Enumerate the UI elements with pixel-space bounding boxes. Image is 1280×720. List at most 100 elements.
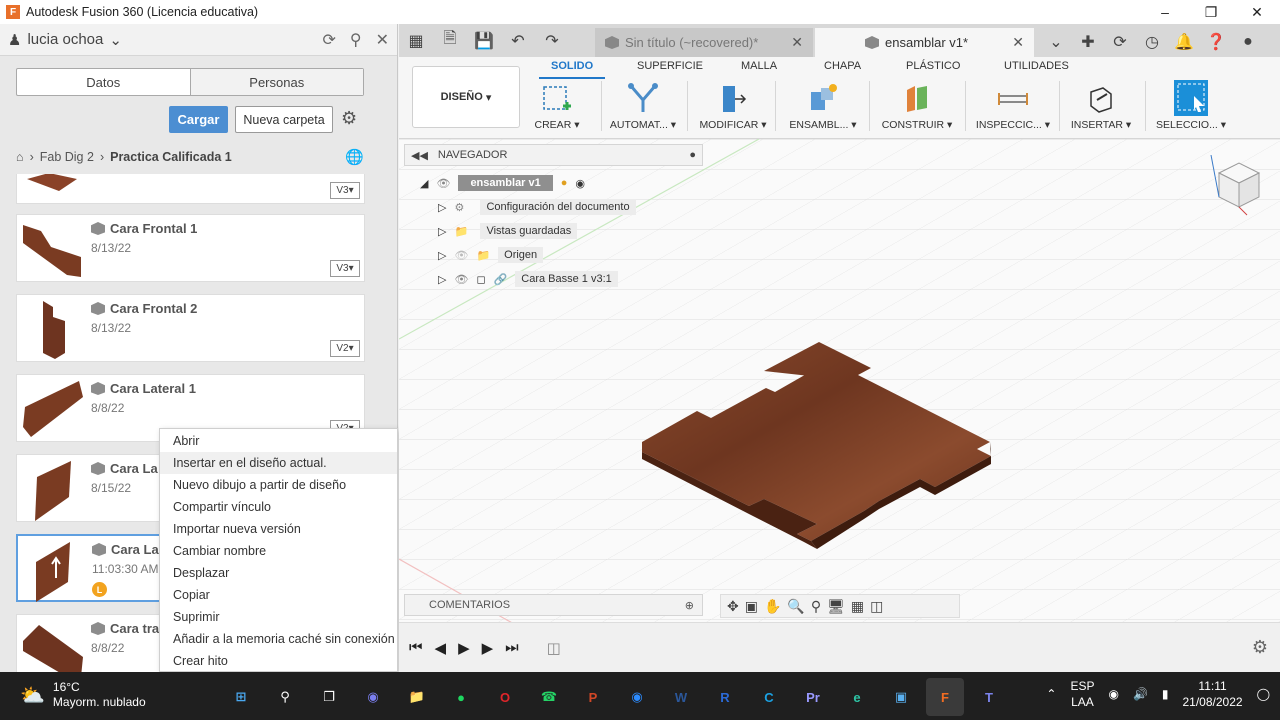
browser-item-origin[interactable]: ▷ 👁 📁 Origen [438,244,544,266]
refresh-icon[interactable]: ⟳ [322,30,335,50]
file-menu-icon[interactable]: 🗎 [437,27,463,54]
zoom-icon[interactable]: 🔍 [787,598,804,615]
workspace-selector[interactable]: DISEÑO ▾ [412,66,520,128]
minimize-browser-icon[interactable]: ● [689,149,696,161]
viewports-icon[interactable]: ◫ [870,598,883,615]
grid-settings-icon[interactable]: ▦ [851,598,864,615]
view-cube[interactable] [1207,155,1267,225]
step-forward-icon[interactable]: ▶ [482,639,494,657]
go-start-icon[interactable]: ⏮ [409,639,423,657]
collapse-triangle-icon[interactable]: ◢ [420,177,428,190]
tool-automatizar[interactable]: AUTOMAT... ▾ [601,81,685,133]
menu-item-suprimir[interactable]: Suprimir [160,606,397,628]
browser-header[interactable]: ◀◀ NAVEGADOR ● [404,144,703,166]
browser-item-component[interactable]: ▷ 👁 ◻ 🔗 Cara Basse 1 v3:1 [438,268,618,290]
menu-item-abrir[interactable]: Abrir [160,430,397,452]
tool-insertar[interactable]: INSERTAR ▾ [1059,81,1143,133]
revit-icon[interactable]: R [706,678,744,716]
pan-hand-icon[interactable]: ✋ [764,598,781,615]
expand-triangle-icon[interactable]: ▷ [438,249,446,262]
upload-button[interactable]: Cargar [169,106,228,133]
app-grid-icon[interactable]: ▦ [403,31,429,51]
close-tab-icon[interactable]: ✕ [1012,34,1024,51]
tool-modificar[interactable]: MODIFICAR ▾ [691,81,775,133]
file-explorer-icon[interactable]: 📁 [398,678,436,716]
collapse-icon[interactable]: ◀◀ [411,149,428,162]
menu-item-copiar[interactable]: Copiar [160,584,397,606]
tab-sin-titulo[interactable]: Sin título (~recovered)* ✕ [595,28,813,57]
word-icon[interactable]: W [662,678,700,716]
tool-crear[interactable]: CREAR ▾ [515,81,599,133]
tab-ensamblar[interactable]: ensamblar v1* ✕ [815,28,1034,57]
viewport-canvas[interactable] [399,139,1280,672]
home-icon[interactable]: ⌂ [16,150,24,164]
breadcrumb-project[interactable]: Fab Dig 2 [40,150,94,164]
tool-ensamblar[interactable]: ENSAMBL... ▾ [781,81,865,133]
search-icon[interactable]: ⚲ [266,678,304,716]
teams-icon[interactable]: T [970,678,1008,716]
new-tab-icon[interactable]: ✚ [1072,32,1104,52]
expand-triangle-icon[interactable]: ▷ [438,273,446,286]
battery-icon[interactable]: ▮ [1162,687,1169,701]
notifications-icon[interactable]: 🔔 [1168,32,1200,52]
menu-item-compartir[interactable]: Compartir vínculo [160,496,397,518]
edge-icon[interactable]: e [838,678,876,716]
photos-icon[interactable]: ▣ [882,678,920,716]
globe-icon[interactable]: 🌐 [345,148,364,166]
add-comment-icon[interactable]: ⊕ [685,599,694,612]
version-badge[interactable]: V2▾ [330,340,360,357]
menu-item-crear-hito[interactable]: Crear hito [160,650,397,672]
step-back-icon[interactable]: ◀ [435,639,447,657]
tool-inspeccionar[interactable]: INSPECCIC... ▾ [971,81,1055,133]
save-icon[interactable]: 💾 [471,31,497,51]
cortana-icon[interactable]: C [750,678,788,716]
timeline-settings-gear-icon[interactable]: ⚙ [1252,637,1268,658]
tool-seleccionar[interactable]: SELECCIO... ▾ [1149,80,1233,133]
tab-personas[interactable]: Personas [189,69,363,95]
tab-utilidades[interactable]: UTILIDADES [1004,60,1069,72]
tab-list-icon[interactable]: ⌄ [1040,32,1072,52]
menu-item-cache[interactable]: Añadir a la memoria caché sin conexión [160,628,397,650]
tab-superficie[interactable]: SUPERFICIE [637,60,703,72]
menu-item-insertar[interactable]: Insertar en el diseño actual. [160,452,397,474]
extensions-icon[interactable]: ⟳ [1104,32,1136,52]
whatsapp-icon[interactable]: ☎ [530,678,568,716]
volume-icon[interactable]: 🔊 [1133,687,1148,701]
orbit-icon[interactable]: ✥ [727,598,739,615]
redo-icon[interactable]: ↷ [539,31,565,51]
menu-item-importar[interactable]: Importar nueva versión [160,518,397,540]
file-card[interactable]: Cara Frontal 2 8/13/22 V2 ▾ [16,294,365,362]
clock[interactable]: 11:11 21/08/2022 [1183,678,1243,710]
show-hidden-icons[interactable]: ⌃ [1046,687,1056,701]
version-badge[interactable]: V3 ▾ [330,182,360,199]
job-status-icon[interactable]: ◷ [1136,32,1168,52]
go-end-icon[interactable]: ⏭ [505,639,519,657]
menu-item-desplazar[interactable]: Desplazar [160,562,397,584]
file-card[interactable]: Cara Frontal 1 8/13/22 V3 ▾ [16,214,365,282]
timeline-feature-icon[interactable]: ◫ [547,639,561,657]
wifi-icon[interactable]: ◉ [1108,687,1118,701]
notification-icon[interactable]: ◯ [1257,687,1270,701]
maximize-button[interactable]: ❐ [1188,0,1234,24]
hidden-eye-icon[interactable]: 👁 [454,249,468,262]
close-tab-icon[interactable]: ✕ [791,34,803,51]
tab-datos[interactable]: Datos [17,69,190,95]
visibility-eye-icon[interactable]: 👁 [454,273,468,286]
activate-radio-icon[interactable]: ◉ [575,177,585,190]
version-badge[interactable]: V3 ▾ [330,260,360,277]
expand-triangle-icon[interactable]: ▷ [438,201,446,214]
opera-icon[interactable]: O [486,678,524,716]
close-window-button[interactable]: ✕ [1234,0,1280,24]
comments-panel[interactable]: COMENTARIOS ⊕ [404,594,703,616]
minimize-button[interactable]: – [1142,0,1188,24]
tab-malla[interactable]: MALLA [741,60,777,72]
language-indicator[interactable]: ESP LAA [1070,678,1094,710]
look-at-icon[interactable]: ▣ [745,598,758,615]
spotify-icon[interactable]: ● [442,678,480,716]
powerpoint-icon[interactable]: P [574,678,612,716]
tab-chapa[interactable]: CHAPA [824,60,861,72]
fusion360-taskbar-icon[interactable]: F [926,678,964,716]
file-card[interactable]: V3 ▾ [16,174,365,204]
new-folder-button[interactable]: Nueva carpeta [235,106,333,133]
windows-start-icon[interactable]: ⊞ [222,678,260,716]
